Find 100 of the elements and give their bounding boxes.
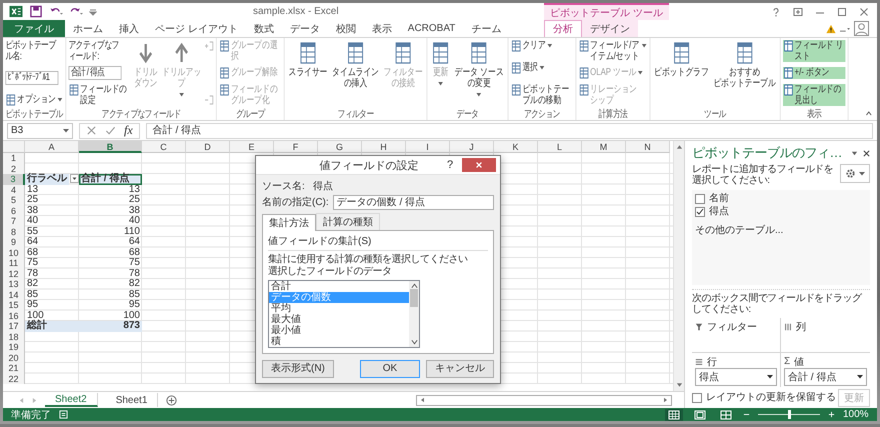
close-icon[interactable]: [863, 150, 870, 156]
list-scrollbar[interactable]: [409, 281, 419, 347]
row-header[interactable]: 5: [3, 195, 25, 206]
ribbon-button[interactable]: フィールド/アイテム/セット: [578, 40, 648, 62]
close-button[interactable]: [462, 158, 496, 172]
row-header[interactable]: 16: [3, 310, 25, 321]
formula-field[interactable]: 合計 / 得点: [146, 122, 873, 138]
dialog-button[interactable]: OK: [360, 360, 420, 378]
list-option[interactable]: 合計: [269, 281, 409, 292]
ribbon-button[interactable]: おすすめ ピボットテーブル: [712, 40, 778, 90]
function-listbox[interactable]: 合計 データの個数 平均 最大値 最小値 積: [268, 280, 420, 348]
scroll-left-icon[interactable]: [419, 397, 426, 403]
column-header[interactable]: F: [274, 141, 318, 153]
sheet-tab[interactable]: Sheet2: [45, 393, 98, 407]
row-header[interactable]: 19: [3, 342, 25, 352]
ribbon-tab[interactable]: 表示: [364, 20, 400, 37]
ribbon-tab[interactable]: 分析: [544, 20, 582, 37]
ribbon-tab[interactable]: ページ レイアウト: [147, 20, 246, 37]
column-header[interactable]: K: [494, 141, 538, 153]
filter-dropdown-icon[interactable]: [70, 174, 79, 183]
column-header[interactable]: G: [318, 141, 362, 153]
row-header[interactable]: 20: [3, 352, 25, 363]
ribbon-button[interactable]: オプション: [5, 94, 64, 106]
row-header[interactable]: 10: [3, 248, 25, 258]
customize-caret-icon[interactable]: [89, 8, 97, 16]
save-icon[interactable]: [29, 5, 43, 18]
insert-function-button[interactable]: fx: [124, 123, 133, 138]
close-icon[interactable]: [859, 6, 869, 16]
ribbon-button[interactable]: ピボットテーブルの移動: [510, 84, 573, 106]
row-header[interactable]: 12: [3, 268, 25, 279]
list-option[interactable]: 最大値: [269, 314, 409, 325]
row-header[interactable]: 22: [3, 374, 25, 384]
row-header[interactable]: 14: [3, 290, 25, 300]
field-chip[interactable]: 得点: [695, 368, 777, 386]
column-header[interactable]: N: [626, 141, 670, 153]
column-header[interactable]: D: [186, 141, 230, 153]
scroll-down-icon[interactable]: [410, 339, 418, 345]
cancel-icon[interactable]: [86, 125, 97, 136]
checkbox[interactable]: [692, 393, 702, 403]
ribbon-tab[interactable]: 数式: [246, 20, 282, 37]
zoom-level[interactable]: 100%: [843, 409, 869, 420]
scroll-up-icon[interactable]: [410, 283, 418, 289]
scroll-up-icon[interactable]: [676, 144, 682, 150]
row-header[interactable]: 6: [3, 206, 25, 216]
column-header[interactable]: A: [25, 141, 79, 153]
zoom-in-icon[interactable]: [828, 411, 835, 418]
ribbon-tab[interactable]: ACROBAT: [400, 20, 464, 37]
row-header[interactable]: 9: [3, 237, 25, 248]
collapse-ribbon-icon[interactable]: [866, 110, 872, 116]
zoom-out-icon[interactable]: [743, 411, 750, 418]
ribbon-button[interactable]: タイムライン の挿入: [330, 40, 381, 90]
list-option[interactable]: 最小値: [269, 325, 409, 336]
list-option[interactable]: 平均: [269, 303, 409, 314]
vertical-scrollbar[interactable]: [673, 141, 684, 391]
column-header[interactable]: E: [230, 141, 274, 153]
ribbon-tab[interactable]: ホーム: [65, 20, 111, 37]
column-header[interactable]: J: [450, 141, 494, 153]
text-field[interactable]: 合計 / 得点: [68, 66, 122, 80]
ribbon-tab[interactable]: デザイン: [582, 20, 638, 37]
row-header[interactable]: 13: [3, 279, 25, 290]
ribbon-button[interactable]: データ ソース の変更: [453, 40, 506, 98]
avatar-icon[interactable]: [854, 21, 869, 36]
ribbon-button[interactable]: ピボットグラフ: [652, 40, 710, 79]
ribbon-tab[interactable]: 挿入: [111, 20, 147, 37]
text-field[interactable]: ﾋﾟﾎﾞｯﾄﾃｰﾌﾞﾙ1: [5, 71, 58, 85]
checkbox[interactable]: [695, 194, 705, 204]
list-option[interactable]: 積: [269, 336, 409, 347]
ribbon-tab[interactable]: データ: [282, 20, 328, 37]
scroll-thumb[interactable]: [410, 289, 418, 307]
scroll-down-icon[interactable]: [676, 382, 682, 388]
row-header[interactable]: 4: [3, 184, 25, 195]
horizontal-scrollbar[interactable]: [416, 394, 672, 406]
row-header[interactable]: 15: [3, 300, 25, 310]
ribbon-button[interactable]: スライサー: [286, 40, 330, 79]
column-header[interactable]: C: [142, 141, 186, 153]
row-header[interactable]: 11: [3, 258, 25, 268]
toggle-button[interactable]: +/- ボタン: [782, 67, 846, 79]
row-header[interactable]: 8: [3, 226, 25, 237]
field-chip[interactable]: 合計 / 得点: [784, 368, 867, 386]
dialog-tab[interactable]: 計算の種類: [316, 213, 380, 230]
dialog-button[interactable]: 表示形式(N): [262, 360, 334, 378]
row-header[interactable]: 3: [3, 174, 25, 184]
slider-thumb[interactable]: [788, 410, 791, 419]
ribbon-button[interactable]: クリア: [510, 40, 573, 52]
help-icon[interactable]: [771, 6, 781, 16]
toggle-button[interactable]: フィールド リスト: [782, 40, 846, 62]
warning-icon[interactable]: [826, 24, 836, 34]
help-button[interactable]: ?: [442, 159, 458, 171]
scroll-right-icon[interactable]: [662, 397, 669, 403]
dialog-tab[interactable]: 集計方法: [262, 214, 316, 231]
caret-icon[interactable]: [851, 150, 858, 156]
checkbox[interactable]: [695, 207, 705, 217]
macro-record-icon[interactable]: [59, 410, 68, 419]
ribbon-button[interactable]: フィールドの設定: [68, 84, 131, 106]
row-header[interactable]: 2: [3, 164, 25, 174]
dialog-button[interactable]: キャンセル: [426, 360, 494, 378]
sheet-tab[interactable]: Sheet1: [106, 393, 158, 407]
ribbon-tab[interactable]: 校閲: [328, 20, 364, 37]
row-header[interactable]: 21: [3, 363, 25, 374]
column-header[interactable]: H: [362, 141, 406, 153]
